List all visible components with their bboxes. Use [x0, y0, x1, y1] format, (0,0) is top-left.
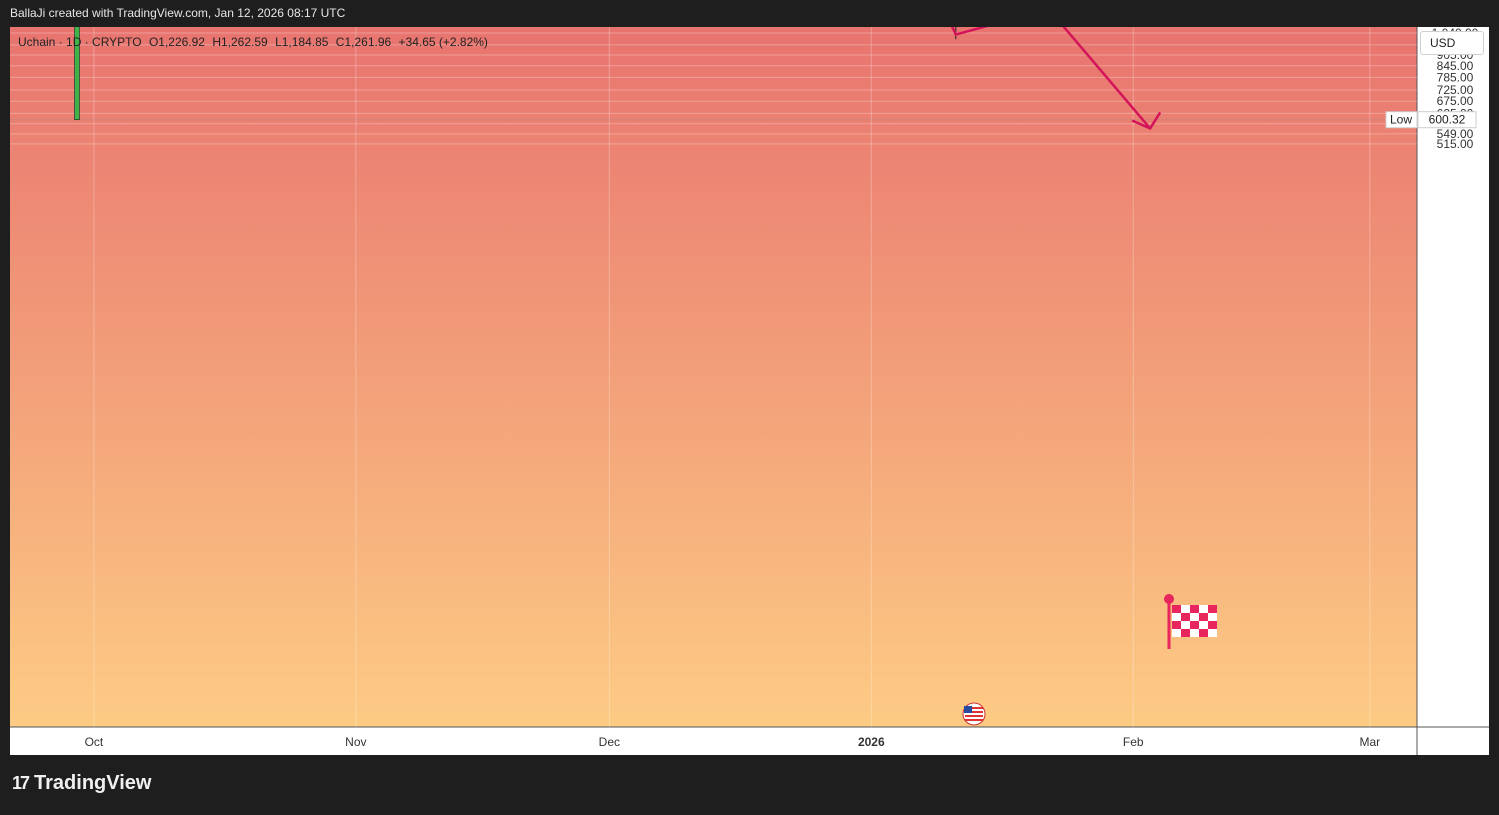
finish-flag-square [1172, 629, 1181, 637]
currency-button[interactable]: USD [1420, 31, 1484, 55]
finish-flag-square [1172, 621, 1181, 629]
finish-flag-square [1208, 613, 1217, 621]
finish-flag-square [1172, 605, 1181, 613]
finish-flag-square [1190, 629, 1199, 637]
finish-flag-square [1199, 629, 1208, 637]
time-axis-background [10, 727, 1489, 755]
finish-flag-square [1199, 613, 1208, 621]
price-tick-label: 515.00 [1437, 137, 1474, 151]
time-tick-label: Nov [345, 735, 366, 749]
time-tick-label: Mar [1360, 735, 1381, 749]
legend-change: +34.65 (+2.82%) [398, 35, 488, 49]
chart-watermark: BallaJi created with TradingView.com, Ja… [10, 6, 346, 20]
finish-flag-square [1190, 613, 1199, 621]
brand-name: TradingView [34, 772, 152, 794]
finish-flag-square [1199, 621, 1208, 629]
time-tick-label: Oct [85, 735, 104, 749]
time-tick-label: Feb [1123, 735, 1144, 749]
finish-flag-square [1208, 605, 1217, 613]
finish-flag-square [1190, 605, 1199, 613]
finish-flag-square [1181, 629, 1190, 637]
tradingview-brand[interactable]: 17 TradingView [12, 772, 151, 795]
finish-flag-square [1208, 621, 1217, 629]
finish-flag-square [1181, 605, 1190, 613]
finish-flag-square [1190, 621, 1199, 629]
ohlc-legend: Uchain · 1D · CRYPTO O1,226.92 H1,262.59… [18, 35, 492, 49]
finish-flag-square [1181, 613, 1190, 621]
finish-flag-square [1208, 629, 1217, 637]
tradingview-logo-icon: 17 [12, 773, 30, 793]
legend-open: O1,226.92 [148, 35, 205, 49]
time-tick-label: 2026 [858, 735, 885, 749]
legend-low: L1,184.85 [275, 35, 329, 49]
finish-flag-square [1199, 605, 1208, 613]
finish-flag-square [1181, 621, 1190, 629]
legend-close: C1,261.96 [335, 35, 392, 49]
low-value: 600.32 [1429, 113, 1466, 127]
legend-symbol[interactable]: Uchain · 1D · CRYPTO [18, 35, 142, 49]
time-tick-label: Dec [599, 735, 620, 749]
price-chart[interactable]: 1,900.001,700.001,500.001,400.001,200.00… [10, 27, 1489, 755]
legend-high: H1,262.59 [212, 35, 268, 49]
low-tag-label: Low [1390, 113, 1412, 127]
us-flag-canton [964, 706, 972, 713]
finish-flag-square [1172, 613, 1181, 621]
